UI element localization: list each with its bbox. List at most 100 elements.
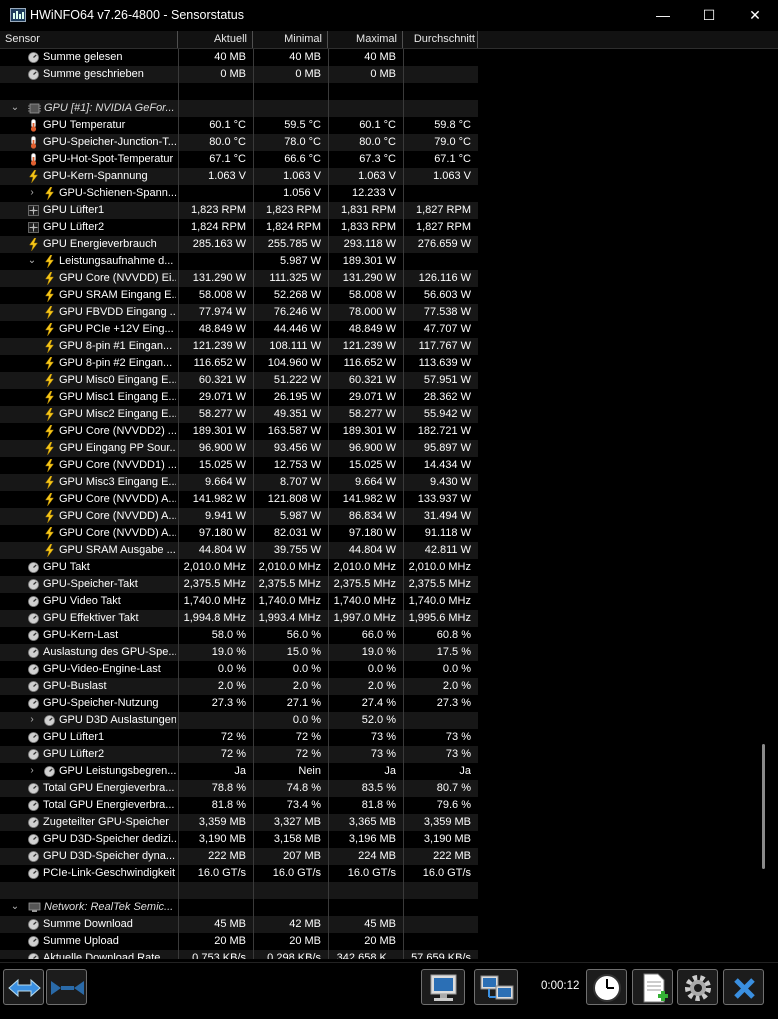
sensor-row[interactable]: GPU Core (NVVDD) Ei... 131.290 W 111.325 W… [0,270,478,287]
value-avg: 133.937 W [403,491,478,508]
collapse-toggle[interactable]: ⌄ [10,102,20,114]
sensor-label: GPU D3D-Speicher dedizi... [43,833,176,845]
sensor-row[interactable]: Zugeteilter GPU-Speicher 3,359 MB 3,327 MB… [0,814,478,831]
sensor-row[interactable]: GPU PCIe +12V Eing... 48.849 W 44.446 W 48.… [0,321,478,338]
value-avg: 28.362 W [403,389,478,406]
close-button[interactable]: ✕ [732,0,778,31]
arrows-collapse-button[interactable] [46,969,87,1005]
sensor-row[interactable]: GPU Eingang PP Sour... 96.900 W 93.456 W 96… [0,440,478,457]
value-min: 255.785 W [253,236,328,253]
sensor-row[interactable]: GPU Energieverbrauch 285.163 W 255.785 W 29… [0,236,478,253]
sensor-row[interactable]: GPU Core (NVVDD1) ... 15.025 W 12.753 W 15.… [0,457,478,474]
header-min[interactable]: Minimal [253,31,328,48]
sensor-row[interactable]: GPU FBVDD Eingang ... 77.974 W 76.246 W 78.… [0,304,478,321]
collapse-toggle[interactable]: ⌄ [27,255,37,267]
expand-toggle[interactable]: › [27,187,37,199]
header-avg[interactable]: Durchschnitt [403,31,478,48]
sensor-row[interactable]: GPU-Kern-Spannung 1.063 V 1.063 V 1.063 V 1.… [0,168,478,185]
sensor-label: GPU Energieverbrauch [43,238,157,250]
settings-button[interactable] [677,969,718,1005]
sensor-row[interactable]: GPU Takt 2,010.0 MHz 2,010.0 MHz 2,010.0 MH… [0,559,478,576]
maximize-button[interactable]: ☐ [686,0,732,31]
sensor-row[interactable]: GPU Lüfter2 72 % 72 % 73 % 73 % [0,746,478,763]
gauge-icon [28,664,39,675]
value-current: 20 MB [178,933,253,950]
sensor-row[interactable]: Summe Download 45 MB 42 MB 45 MB [0,916,478,933]
sensor-row[interactable]: GPU 8-pin #2 Eingan... 116.652 W 104.960 W… [0,355,478,372]
value-min: 74.8 % [253,780,328,797]
value-avg [403,185,478,202]
sensor-row[interactable]: GPU Core (NVVDD) A... 9.941 W 5.987 W 86.83… [0,508,478,525]
sensor-label: GPU Misc3 Eingang E... [59,476,176,488]
minimize-button[interactable]: — [640,0,686,31]
lightning-icon [44,458,55,473]
header-sensor[interactable]: Sensor [0,31,178,48]
sensor-row[interactable]: Total GPU Energieverbra... 78.8 % 74.8 % 83… [0,780,478,797]
value-min: 3,158 MB [253,831,328,848]
gauge-icon [28,579,39,590]
sensor-row[interactable]: GPU Lüfter1 72 % 72 % 73 % 73 % [0,729,478,746]
value-current [178,253,253,270]
sensor-row[interactable]: Summe geschrieben 0 MB 0 MB 0 MB [0,66,478,83]
report-button[interactable] [632,969,673,1005]
sensor-row[interactable]: GPU Video Takt 1,740.0 MHz 1,740.0 MHz 1,74… [0,593,478,610]
sensor-row[interactable]: GPU-Kern-Last 58.0 % 56.0 % 66.0 % 60.8 % [0,627,478,644]
sensor-row[interactable]: GPU D3D-Speicher dyna... 222 MB 207 MB 224 … [0,848,478,865]
monitor-button[interactable] [421,969,465,1005]
sensor-row[interactable]: GPU-Speicher-Junction-T... 80.0 °C 78.0 °C… [0,134,478,151]
sensor-row[interactable]: GPU Core (NVVDD) A... 97.180 W 82.031 W 97.… [0,525,478,542]
sensor-row[interactable]: GPU-Speicher-Nutzung 27.3 % 27.1 % 27.4 % 27… [0,695,478,712]
header-max[interactable]: Maximal [328,31,403,48]
sensor-row[interactable]: GPU Lüfter2 1,824 RPM 1,824 RPM 1,833 RPM 1,… [0,219,478,236]
value-avg: 222 MB [403,848,478,865]
sensor-row[interactable]: Total GPU Energieverbra... 81.8 % 73.4 % 81… [0,797,478,814]
sensor-row[interactable]: GPU Misc1 Eingang E... 29.071 W 26.195 W 29… [0,389,478,406]
sensor-table[interactable]: Summe gelesen 40 MB 40 MB 40 MB Summe geschr… [0,49,478,959]
value-min: 44.446 W [253,321,328,338]
header-current[interactable]: Aktuell [178,31,253,48]
sensor-row[interactable]: GPU D3D-Speicher dedizi... 3,190 MB 3,158 … [0,831,478,848]
sensor-row[interactable]: GPU 8-pin #1 Eingan... 121.239 W 108.111 W… [0,338,478,355]
sensor-row[interactable]: Aktuelle Download Rate 0.753 KB/s 0.298 KB… [0,950,478,959]
value-min: 42 MB [253,916,328,933]
sensor-row[interactable]: GPU Effektiver Takt 1,994.8 MHz 1,993.4 MH… [0,610,478,627]
clock-button[interactable] [586,969,627,1005]
sensor-row[interactable]: GPU-Speicher-Takt 2,375.5 MHz 2,375.5 MHz 2… [0,576,478,593]
sensor-group-row[interactable]: ⌄ GPU [#1]: NVIDIA GeFor... [0,100,478,117]
value-min: 72 % [253,729,328,746]
lightning-icon [44,254,55,269]
sensor-row[interactable]: GPU SRAM Ausgabe ... 44.804 W 39.755 W 44.8… [0,542,478,559]
expand-toggle[interactable]: › [27,765,37,777]
value-current [178,83,253,100]
network-button[interactable] [474,969,518,1005]
sensor-row[interactable]: GPU Temperatur 60.1 °C 59.5 °C 60.1 °C 59.8 … [0,117,478,134]
collapse-toggle[interactable]: ⌄ [10,901,20,913]
sensor-row[interactable]: PCIe-Link-Geschwindigkeit 16.0 GT/s 16.0 G… [0,865,478,882]
value-current: 58.008 W [178,287,253,304]
sensor-row[interactable]: › GPU-Schienen-Spann... 1.056 V 12.233 V [0,185,478,202]
sensor-row[interactable]: GPU-Video-Engine-Last 0.0 % 0.0 % 0.0 % 0.0 … [0,661,478,678]
expand-toggle[interactable]: › [27,714,37,726]
sensor-row[interactable]: GPU-Hot-Spot-Temperatur 67.1 °C 66.6 °C 67.… [0,151,478,168]
sensor-row[interactable]: GPU-Buslast 2.0 % 2.0 % 2.0 % 2.0 % [0,678,478,695]
sensor-row[interactable]: ⌄ Leistungsaufnahme d... 5.987 W 189.301 W [0,253,478,270]
lightning-icon [44,373,55,388]
sensor-row[interactable]: GPU Misc2 Eingang E... 58.277 W 49.351 W 58… [0,406,478,423]
sensor-row[interactable]: GPU Misc3 Eingang E... 9.664 W 8.707 W 9.66… [0,474,478,491]
sensor-row[interactable]: GPU Core (NVVDD2) ... 189.301 W 163.587 W1… [0,423,478,440]
value-max: 3,196 MB [328,831,403,848]
exit-button[interactable] [723,969,764,1005]
sensor-row[interactable]: GPU Core (NVVDD) A... 141.982 W 121.808 W1… [0,491,478,508]
sensor-row[interactable]: Summe Upload 20 MB 20 MB 20 MB [0,933,478,950]
sensor-row[interactable]: › GPU D3D Auslastungen 0.0 % 52.0 % [0,712,478,729]
sensor-row[interactable]: GPU Lüfter1 1,823 RPM 1,823 RPM 1,831 RPM 1,… [0,202,478,219]
sensor-row[interactable]: GPU Misc0 Eingang E... 60.321 W 51.222 W 60… [0,372,478,389]
sensor-row[interactable]: Auslastung des GPU-Spe... 19.0 % 15.0 % 19.… [0,644,478,661]
arrows-both-button[interactable] [3,969,44,1005]
sensor-group-row[interactable]: ⌄ Network: RealTek Semic... [0,899,478,916]
sensor-row[interactable]: › GPU Leistungsbegren... Ja Nein Ja Ja [0,763,478,780]
value-current: 60.321 W [178,372,253,389]
scrollbar[interactable] [762,744,765,869]
sensor-row[interactable]: Summe gelesen 40 MB 40 MB 40 MB [0,49,478,66]
sensor-row[interactable]: GPU SRAM Eingang E... 58.008 W 52.268 W 58.… [0,287,478,304]
